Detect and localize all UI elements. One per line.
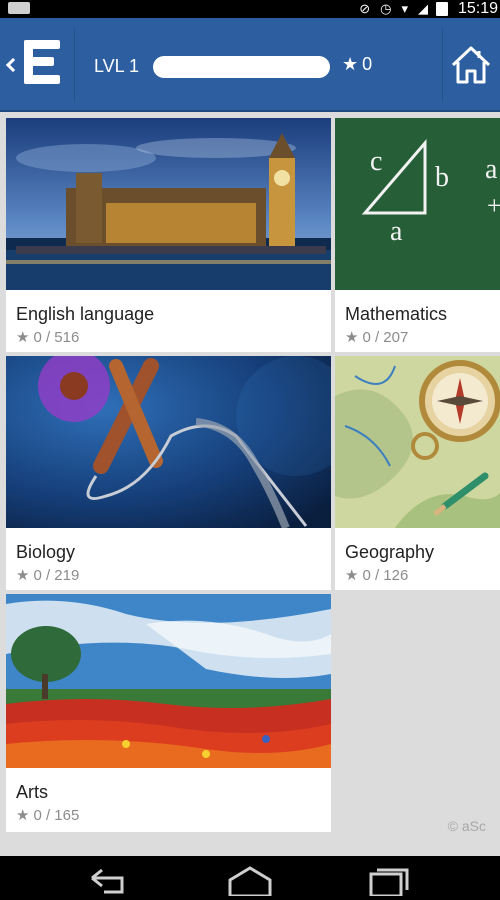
- wifi-icon: ▾: [401, 1, 408, 16]
- system-navigation-bar: [0, 856, 500, 900]
- category-card-arts[interactable]: Arts ★ 0 / 165: [6, 594, 331, 832]
- category-title: Arts: [16, 782, 49, 802]
- category-progress: ★ 0 / 207: [345, 329, 409, 346]
- category-card-mathematics[interactable]: c b a a + Mathematics ★ 0 / 207: [335, 118, 500, 352]
- geography-image: [335, 356, 500, 528]
- clock: 15:19: [457, 0, 498, 17]
- svg-text:a: a: [390, 216, 403, 247]
- star-icon: ★: [342, 54, 359, 74]
- star-icon: ★: [16, 567, 30, 584]
- mathematics-image: c b a a +: [335, 118, 500, 290]
- svg-text:a: a: [485, 154, 498, 185]
- category-progress: ★ 0 / 516: [16, 329, 80, 346]
- chevron-left-icon: [5, 57, 21, 73]
- battery-icon: [436, 2, 448, 16]
- category-title: Biology: [16, 542, 76, 562]
- home-button[interactable]: [442, 18, 500, 112]
- copyright-watermark: © aSc: [447, 818, 486, 834]
- home-icon: [451, 46, 491, 84]
- category-progress: ★ 0 / 126: [345, 567, 409, 584]
- category-grid: English language ★ 0 / 516 c b a a + Math…: [0, 112, 500, 856]
- app-logo-icon: [24, 40, 60, 84]
- star-icon: ★: [345, 329, 359, 346]
- status-bar: ⊘ ◷ ▾ ◢ 15:19: [0, 0, 500, 18]
- category-title: Geography: [345, 542, 435, 562]
- sync-icon: ⊘: [359, 1, 371, 16]
- category-card-biology[interactable]: Biology ★ 0 / 219: [6, 356, 331, 590]
- category-card-geography[interactable]: Geography ★ 0 / 126: [335, 356, 500, 590]
- star-icon: ★: [16, 807, 30, 824]
- category-title: English language: [16, 304, 155, 324]
- alarm-icon: ◷: [380, 1, 392, 16]
- nav-home-button[interactable]: [225, 866, 275, 898]
- nav-recents-button[interactable]: [365, 866, 415, 898]
- svg-text:+: +: [487, 191, 500, 220]
- stars-count: 0: [362, 54, 373, 74]
- category-card-english[interactable]: English language ★ 0 / 516: [6, 118, 331, 352]
- nav-back-button[interactable]: [82, 866, 132, 896]
- category-progress: ★ 0 / 165: [16, 807, 80, 824]
- stars-counter: ★ 0: [342, 54, 372, 75]
- recents-icon: [369, 868, 409, 898]
- app-header: LVL 1 ★ 0: [0, 18, 500, 112]
- svg-text:b: b: [435, 162, 449, 193]
- level-label: LVL 1: [94, 56, 140, 76]
- svg-text:c: c: [370, 146, 382, 177]
- notification-icon: [8, 2, 30, 14]
- biology-image: [6, 356, 331, 528]
- back-arrow-icon: [91, 868, 124, 894]
- category-title: Mathematics: [345, 304, 448, 324]
- home-icon: [228, 866, 272, 898]
- star-icon: ★: [16, 329, 30, 346]
- header-divider: [74, 28, 75, 102]
- level-progress-bar: [153, 56, 330, 78]
- signal-icon: ◢: [418, 1, 428, 16]
- star-icon: ★: [345, 567, 359, 584]
- arts-image: [6, 594, 331, 768]
- english-image: [6, 118, 331, 290]
- status-icons: ⊘ ◷ ▾ ◢: [359, 1, 428, 17]
- category-progress: ★ 0 / 219: [16, 567, 80, 584]
